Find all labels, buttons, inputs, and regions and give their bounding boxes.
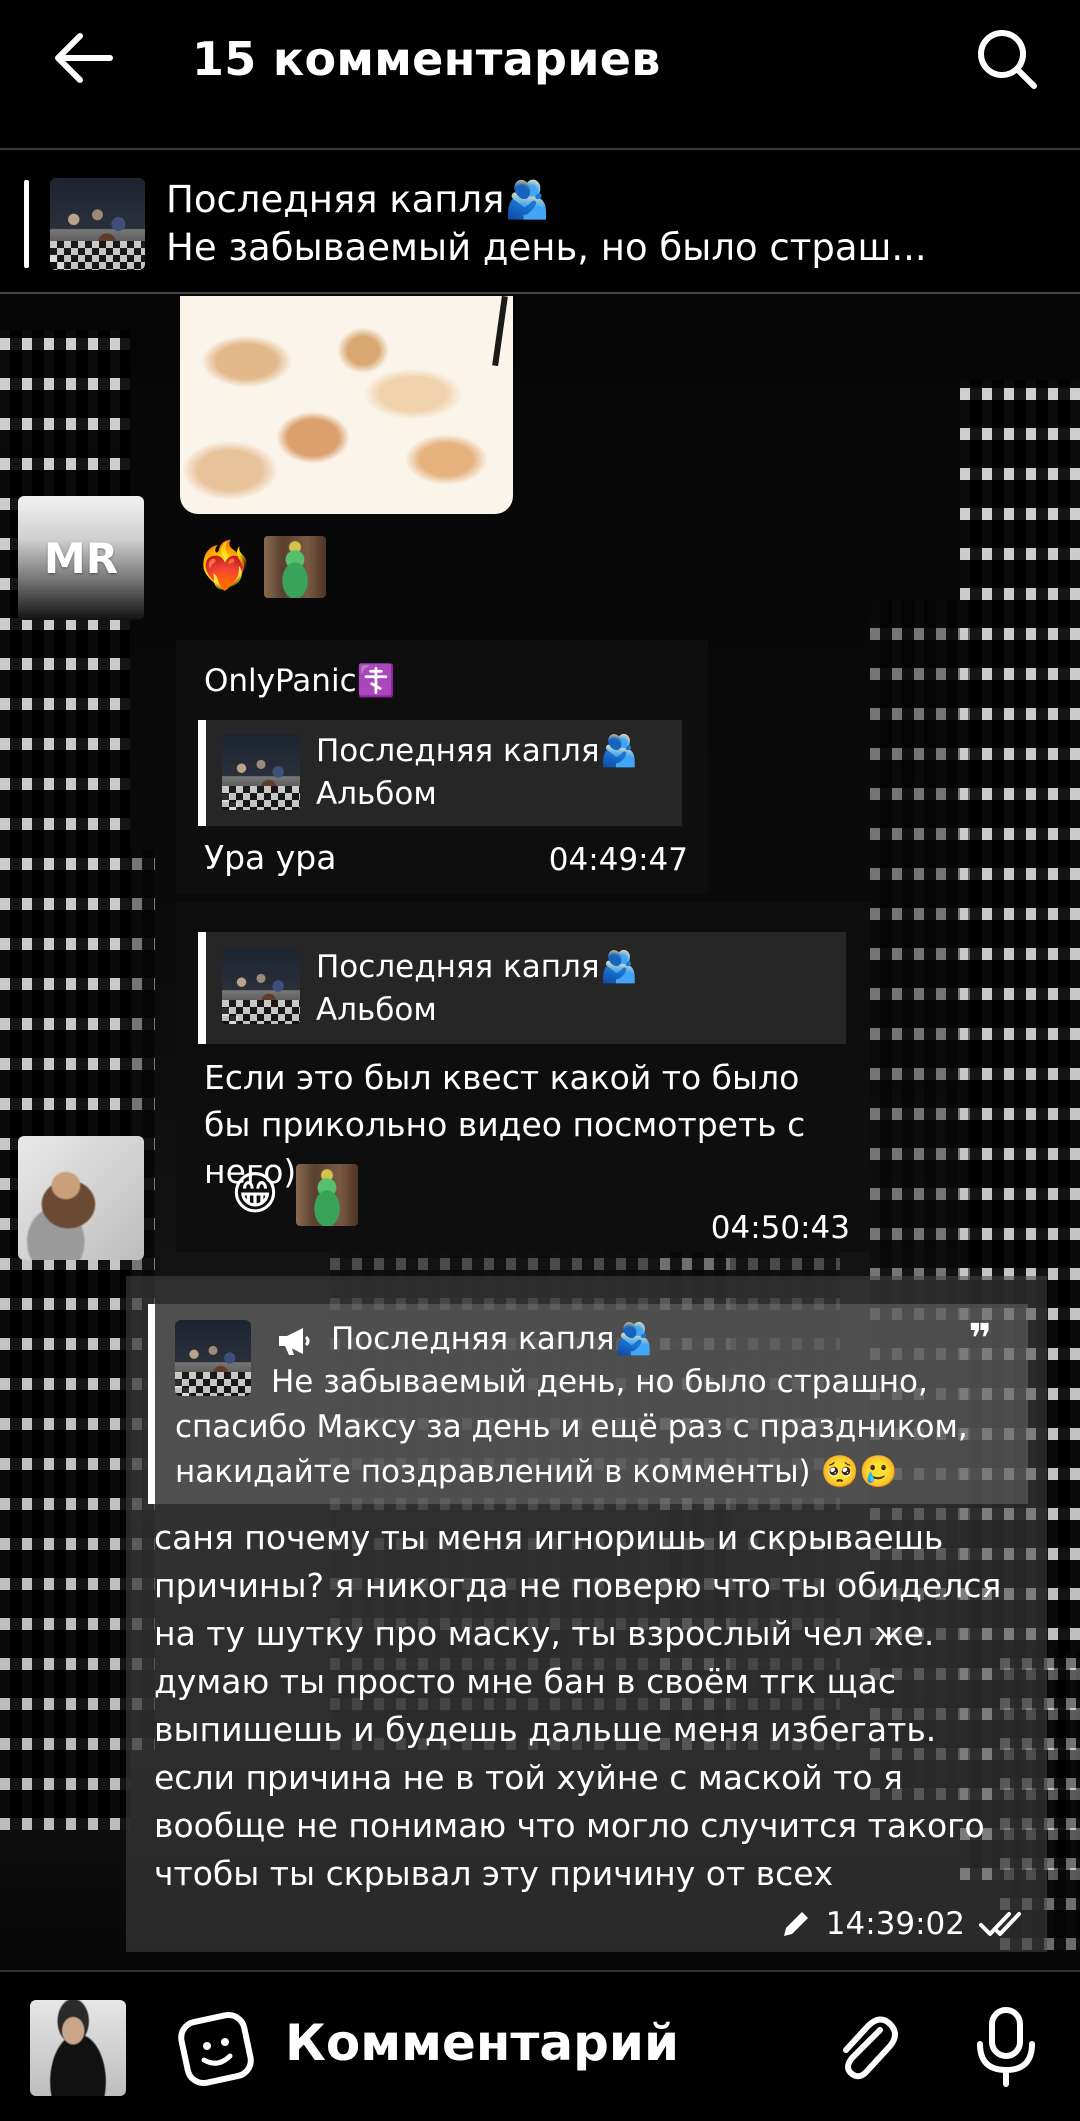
megaphone-icon <box>279 1328 310 1355</box>
pinned-post-banner[interactable]: Последняя капля🫂 Не забываемый день, но … <box>0 152 1080 294</box>
message-line: вообще не понимаю что могло случится так… <box>154 1806 985 1845</box>
comment-bubble[interactable]: OnlyPanic☦️ Последняя капля🫂 Альбом Ура … <box>176 640 708 894</box>
comment-composer: Комментарий <box>0 1970 1080 2121</box>
reply-thumbnail <box>222 734 300 810</box>
reply-title: Последняя капля🫂 <box>316 733 639 769</box>
search-icon[interactable] <box>972 24 1042 94</box>
reply-preview[interactable]: Последняя капля🫂 Альбом <box>198 932 846 1044</box>
pinned-post-thumbnail <box>50 178 145 270</box>
avatar-mr[interactable]: MR <box>18 496 144 620</box>
message-time: 04:49:47 <box>548 842 688 878</box>
comment-bubble[interactable]: Последняя капля🫂 Альбом Если это был кве… <box>176 902 870 1252</box>
message-line: выпишешь и будешь дальше меня избегать. <box>154 1710 937 1749</box>
paperclip-icon[interactable] <box>830 2008 900 2088</box>
double-check-icon <box>979 1912 1021 1936</box>
reaction-grin[interactable]: 😁 <box>224 1162 286 1224</box>
microphone-icon[interactable] <box>972 2006 1040 2088</box>
sticker-reaction[interactable] <box>264 536 326 598</box>
reply-preview[interactable]: Последняя капля🫂 Альбом <box>198 720 682 826</box>
emoji-sticker-icon[interactable] <box>178 2008 254 2088</box>
quoted-post[interactable]: Последняя капля🫂 ❞ Не забываемый день, н… <box>148 1304 1028 1504</box>
message-footer: 14:39:02 <box>780 1904 1027 1944</box>
reply-subtitle: Альбом <box>316 992 437 1028</box>
author-name[interactable]: OnlyPanic☦️ <box>204 662 395 699</box>
my-avatar[interactable] <box>30 2000 126 2096</box>
message-line: причины? я никогда не поверю что ты обид… <box>154 1566 1002 1605</box>
message-line: думаю ты просто мне бан в своём тгк щас <box>154 1662 897 1701</box>
reply-thumbnail <box>222 948 300 1024</box>
reaction-fire-heart[interactable]: ❤️‍🔥 <box>194 534 256 596</box>
message-time: 14:39:02 <box>825 1906 965 1942</box>
quote-mark-icon: ❞ <box>968 1316 992 1362</box>
quoted-post-title: Последняя капля🫂 <box>331 1321 654 1357</box>
pinned-post-text: Не забываемый день, но было страш... <box>166 226 927 269</box>
my-message-text: саня почему ты меня игноришь и скрываешь… <box>154 1514 1034 1898</box>
message-line: чтобы ты скрывал эту причину от всех <box>154 1854 834 1893</box>
message-text: Ура ура <box>204 838 337 877</box>
photo-message[interactable] <box>180 296 513 514</box>
pencil-icon <box>783 1912 808 1936</box>
quoted-post-text: Не забываемый день, но было страшно, спа… <box>175 1364 968 1490</box>
message-time: 04:50:43 <box>710 1210 850 1246</box>
page-title: 15 комментариев <box>192 32 661 86</box>
message-line: на ту шутку про маску, ты взрослый чел ж… <box>154 1614 935 1653</box>
my-comment-bubble[interactable]: Последняя капля🫂 ❞ Не забываемый день, н… <box>126 1276 1047 1952</box>
back-arrow-icon[interactable] <box>50 28 120 88</box>
top-app-bar: 15 комментариев <box>0 0 1080 150</box>
avatar-user[interactable] <box>18 1136 144 1260</box>
reply-subtitle: Альбом <box>316 776 437 812</box>
pinned-indicator <box>24 180 29 268</box>
message-line: саня почему ты меня игноришь и скрываешь <box>154 1518 944 1557</box>
pinned-post-title: Последняя капля🫂 <box>166 178 551 221</box>
message-line: если причина не в той хуйне с маской то … <box>154 1758 903 1797</box>
sticker-reaction[interactable] <box>296 1164 358 1226</box>
reply-title: Последняя капля🫂 <box>316 949 639 985</box>
comment-input[interactable]: Комментарий <box>285 2014 679 2072</box>
